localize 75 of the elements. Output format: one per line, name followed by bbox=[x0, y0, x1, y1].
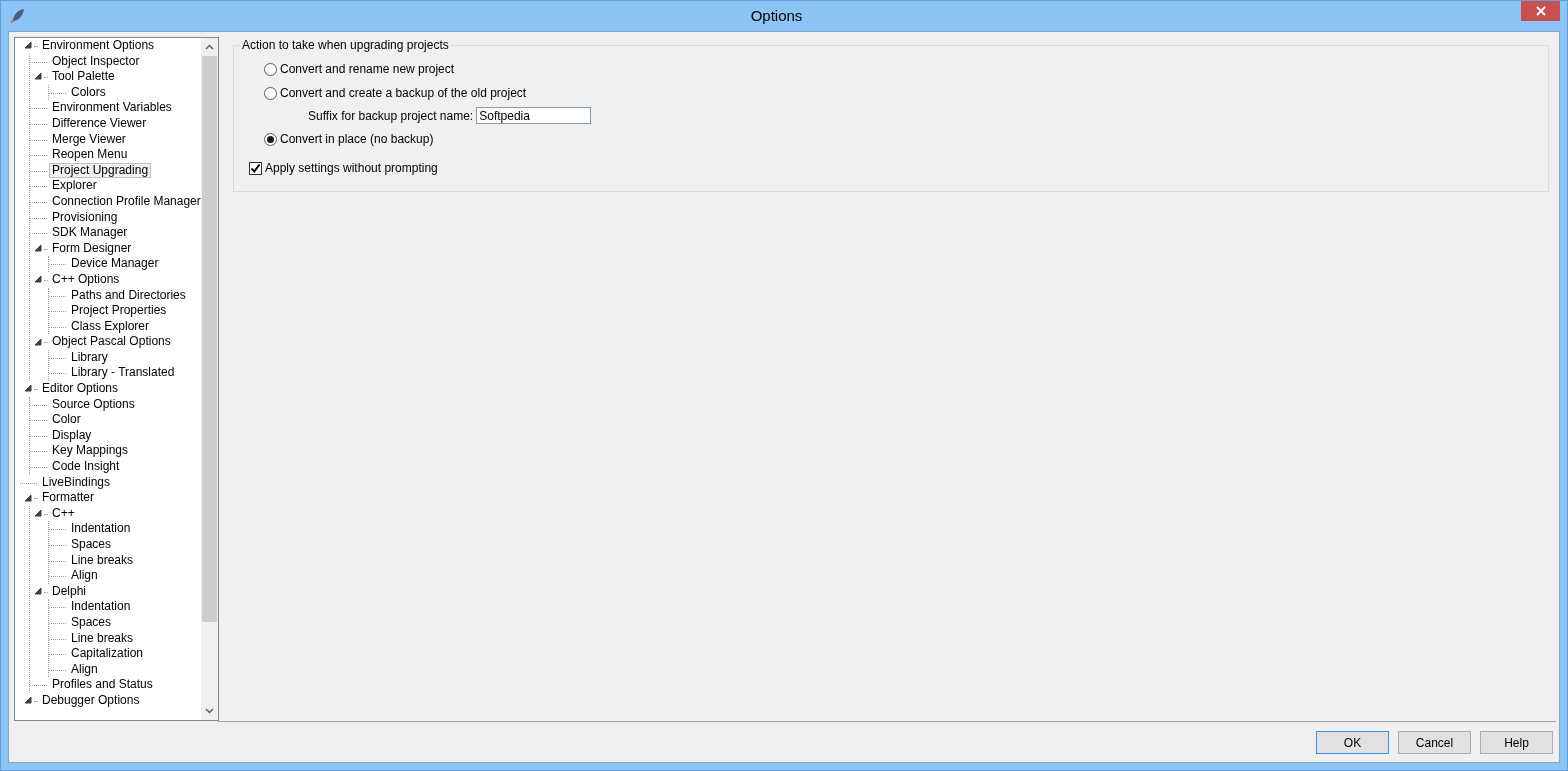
tree-item[interactable]: Color bbox=[49, 412, 84, 428]
scrollbar[interactable] bbox=[201, 38, 218, 720]
checkbox[interactable] bbox=[249, 161, 262, 175]
collapse-triangle-icon[interactable] bbox=[35, 510, 42, 518]
collapse-triangle-icon[interactable] bbox=[25, 494, 32, 502]
tree-item[interactable]: Code Insight bbox=[49, 459, 123, 475]
tree-item[interactable]: Explorer bbox=[49, 178, 100, 194]
radio-label[interactable]: Convert and rename new project bbox=[280, 62, 455, 76]
tree-item[interactable]: Key Mappings bbox=[49, 443, 132, 460]
tree-item[interactable]: Editor Options bbox=[39, 381, 122, 397]
tree-item[interactable]: Provisioning bbox=[49, 209, 121, 226]
tree-item[interactable]: Indentation bbox=[68, 521, 134, 537]
tree-item[interactable]: Library - Translated bbox=[68, 365, 178, 382]
suffix-field[interactable]: Softpedia bbox=[476, 107, 592, 124]
collapse-triangle-icon[interactable] bbox=[25, 42, 32, 50]
scroll-down-icon[interactable] bbox=[205, 708, 214, 714]
tree-item[interactable]: Difference Viewer bbox=[49, 115, 150, 132]
tree-item[interactable]: Tool Palette bbox=[49, 69, 118, 85]
tree-item[interactable]: Align bbox=[68, 661, 101, 678]
tree-item[interactable]: Source Options bbox=[49, 396, 138, 413]
tree-item[interactable]: Object Inspector bbox=[49, 53, 143, 70]
tree-item[interactable]: Connection Profile Manager bbox=[49, 193, 201, 210]
tree-item[interactable]: Object Pascal Options bbox=[49, 334, 174, 350]
tree-item[interactable]: Display bbox=[49, 427, 95, 444]
group-title: Action to take when upgrading projects bbox=[241, 38, 450, 52]
tree-item[interactable]: Align bbox=[68, 568, 101, 584]
tree-item[interactable]: Environment Options bbox=[39, 38, 158, 54]
scroll-up-icon[interactable] bbox=[205, 44, 214, 50]
dialog-button[interactable]: Cancel bbox=[1398, 731, 1471, 754]
tree-item[interactable]: Merge Viewer bbox=[49, 131, 129, 148]
radio-button[interactable] bbox=[264, 62, 277, 76]
collapse-triangle-icon[interactable] bbox=[25, 697, 32, 705]
field-label: Suffix for backup project name: bbox=[308, 108, 474, 123]
tree-item[interactable]: Capitalization bbox=[68, 646, 147, 662]
tree-item[interactable]: Project Upgrading bbox=[49, 162, 152, 179]
tree-item[interactable]: Profiles and Status bbox=[49, 677, 156, 693]
tree-item[interactable]: Project Properties bbox=[68, 303, 170, 319]
close-icon bbox=[1535, 6, 1546, 16]
collapse-triangle-icon[interactable] bbox=[25, 385, 32, 393]
tree-item[interactable]: Library bbox=[68, 349, 111, 366]
collapse-triangle-icon[interactable] bbox=[35, 338, 42, 346]
tree-item[interactable]: C++ bbox=[49, 505, 78, 522]
radio-button[interactable] bbox=[264, 132, 277, 146]
tree-item[interactable]: Device Manager bbox=[68, 256, 162, 272]
tree-item[interactable]: Debugger Options bbox=[39, 692, 143, 709]
dialog-button[interactable]: OK bbox=[1316, 731, 1389, 754]
collapse-triangle-icon[interactable] bbox=[35, 276, 42, 284]
tree-item[interactable]: Spaces bbox=[68, 537, 115, 553]
tree-item[interactable]: LiveBindings bbox=[39, 474, 114, 491]
tree-item[interactable]: Colors bbox=[68, 84, 109, 101]
radio-label[interactable]: Convert and create a backup of the old project bbox=[280, 86, 527, 100]
tree-item[interactable]: Paths and Directories bbox=[68, 287, 189, 304]
collapse-triangle-icon[interactable] bbox=[35, 245, 42, 252]
tree-item[interactable]: C++ Options bbox=[49, 271, 123, 288]
feather-icon bbox=[10, 8, 26, 24]
tree-item[interactable]: Line breaks bbox=[68, 552, 137, 569]
tree-item[interactable]: Environment Variables bbox=[49, 100, 175, 116]
collapse-triangle-icon[interactable] bbox=[35, 588, 42, 596]
radio-label[interactable]: Convert in place (no backup) bbox=[280, 132, 434, 146]
checkbox-label[interactable]: Apply settings without prompting bbox=[265, 161, 438, 175]
tree-item[interactable]: Line breaks bbox=[68, 630, 137, 647]
tree-item[interactable]: Reopen Menu bbox=[49, 147, 131, 163]
tree-item[interactable]: SDK Manager bbox=[49, 225, 131, 241]
tree-item[interactable]: Class Explorer bbox=[68, 318, 153, 335]
tree-item[interactable]: Indentation bbox=[68, 599, 134, 615]
collapse-triangle-icon[interactable] bbox=[35, 73, 42, 81]
dialog-button[interactable]: Help bbox=[1480, 731, 1553, 754]
scrollbar-thumb[interactable] bbox=[202, 56, 217, 622]
radio-button[interactable] bbox=[264, 86, 277, 100]
window-title: Options bbox=[749, 6, 804, 26]
tree-item[interactable]: Formatter bbox=[39, 490, 97, 506]
tree-item[interactable]: Delphi bbox=[49, 583, 90, 600]
tree-item[interactable]: Spaces bbox=[68, 614, 115, 631]
tree-item[interactable]: Form Designer bbox=[49, 240, 135, 257]
close-button[interactable] bbox=[1521, 1, 1560, 21]
